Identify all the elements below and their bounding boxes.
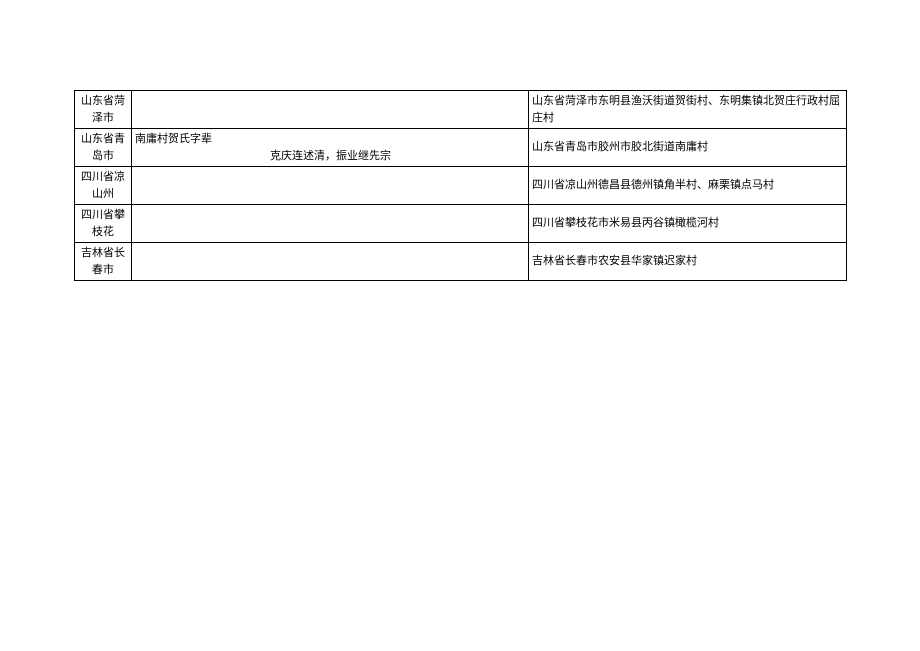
region-cell: 四川省凉山州 <box>75 167 132 205</box>
middle-line2: 克庆连述清，振业继先宗 <box>135 148 525 165</box>
middle-cell <box>132 205 529 243</box>
table-row: 四川省攀枝花 四川省攀枝花市米易县丙谷镇橄榄河村 <box>75 205 847 243</box>
location-cell: 四川省攀枝花市米易县丙谷镇橄榄河村 <box>529 205 847 243</box>
middle-cell <box>132 167 529 205</box>
table-row: 四川省凉山州 四川省凉山州德昌县德州镇角半村、麻栗镇点马村 <box>75 167 847 205</box>
location-cell: 四川省凉山州德昌县德州镇角半村、麻栗镇点马村 <box>529 167 847 205</box>
region-cell: 吉林省长春市 <box>75 243 132 281</box>
location-cell: 山东省菏泽市东明县渔沃街道贺街村、东明集镇北贺庄行政村屈庄村 <box>529 91 847 129</box>
middle-line1: 南庸村贺氏字辈 <box>135 131 525 148</box>
region-cell: 山东省菏泽市 <box>75 91 132 129</box>
location-cell: 山东省青岛市胶州市胶北街道南庸村 <box>529 129 847 167</box>
table-row: 吉林省长春市 吉林省长春市农安县华家镇迟家村 <box>75 243 847 281</box>
table-row: 山东省菏泽市 山东省菏泽市东明县渔沃街道贺街村、东明集镇北贺庄行政村屈庄村 <box>75 91 847 129</box>
location-cell: 吉林省长春市农安县华家镇迟家村 <box>529 243 847 281</box>
table-row: 山东省青岛市 南庸村贺氏字辈 克庆连述清，振业继先宗 山东省青岛市胶州市胶北街道… <box>75 129 847 167</box>
region-cell: 四川省攀枝花 <box>75 205 132 243</box>
data-table: 山东省菏泽市 山东省菏泽市东明县渔沃街道贺街村、东明集镇北贺庄行政村屈庄村 山东… <box>74 90 847 281</box>
middle-cell <box>132 91 529 129</box>
region-cell: 山东省青岛市 <box>75 129 132 167</box>
middle-cell: 南庸村贺氏字辈 克庆连述清，振业继先宗 <box>132 129 529 167</box>
middle-cell <box>132 243 529 281</box>
